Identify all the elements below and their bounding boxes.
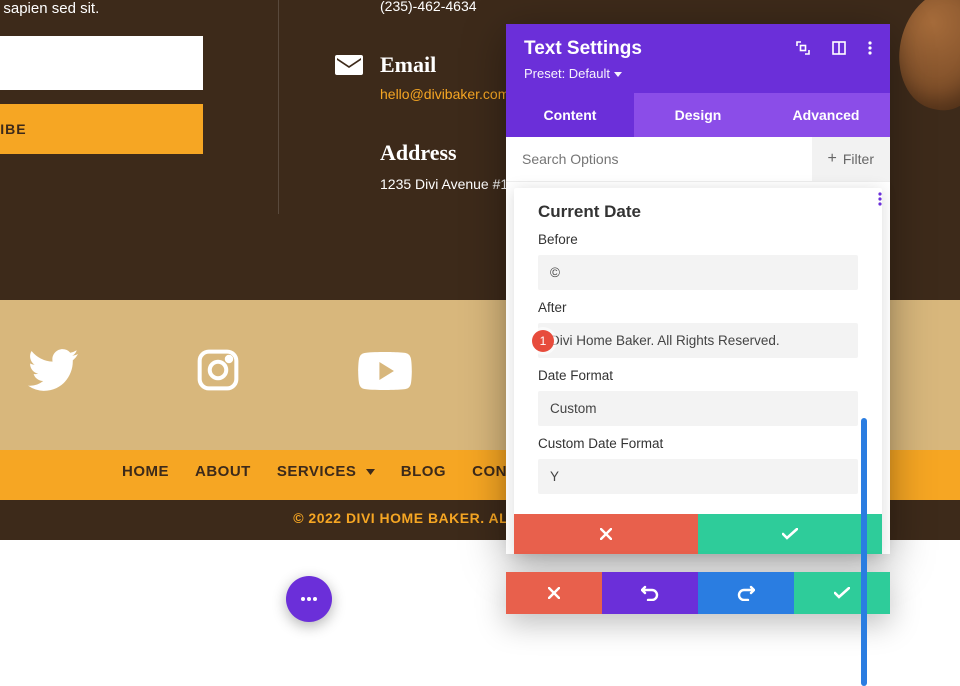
redo-button[interactable] bbox=[698, 572, 794, 614]
discard-button[interactable] bbox=[506, 572, 602, 614]
date-format-label: Date Format bbox=[538, 368, 858, 383]
current-date-card: Current Date Before After Date Format Cu… bbox=[514, 188, 882, 554]
filter-button[interactable]: +Filter bbox=[812, 137, 890, 181]
email-icon bbox=[334, 50, 364, 80]
twitter-icon[interactable] bbox=[28, 349, 78, 402]
email-heading: Email bbox=[380, 52, 436, 78]
phone-value: (235)-462-4634 bbox=[380, 0, 477, 14]
card-more-icon[interactable] bbox=[870, 192, 890, 211]
subscribe-button[interactable]: CRIBE bbox=[0, 104, 203, 154]
date-format-select[interactable] bbox=[538, 391, 858, 426]
undo-button[interactable] bbox=[602, 572, 698, 614]
preset-dropdown[interactable]: Preset: Default bbox=[524, 66, 872, 81]
address-value: 1235 Divi Avenue #10 bbox=[380, 176, 516, 192]
expand-icon[interactable] bbox=[796, 41, 810, 58]
nav-about[interactable]: ABOUT bbox=[195, 463, 251, 480]
after-input[interactable] bbox=[538, 323, 858, 358]
before-input[interactable] bbox=[538, 255, 858, 290]
newsletter-input[interactable] bbox=[0, 36, 203, 90]
tab-content[interactable]: Content bbox=[506, 93, 634, 137]
lorem-text: lectus sapien sed sit. bbox=[0, 0, 99, 17]
after-label: After bbox=[538, 300, 858, 315]
email-link[interactable]: hello@divibaker.com bbox=[380, 86, 509, 102]
save-button[interactable] bbox=[794, 572, 890, 614]
instagram-icon[interactable] bbox=[196, 348, 240, 403]
panel-bottom-actions bbox=[506, 572, 890, 614]
more-icon[interactable] bbox=[868, 41, 872, 58]
columns-icon[interactable] bbox=[832, 41, 846, 58]
footer-nav: HOME ABOUT SERVICES BLOG CONTACT bbox=[0, 463, 548, 480]
annotation-badge-1: 1 bbox=[532, 330, 554, 352]
address-heading: Address bbox=[380, 140, 457, 166]
card-title: Current Date bbox=[514, 188, 882, 230]
builder-fab[interactable] bbox=[286, 576, 332, 622]
tab-design[interactable]: Design bbox=[634, 93, 762, 137]
before-label: Before bbox=[538, 232, 858, 247]
text-settings-panel: Text Settings Preset: Default Content De… bbox=[506, 24, 890, 554]
divider bbox=[278, 0, 279, 214]
custom-format-label: Custom Date Format bbox=[538, 436, 858, 451]
card-confirm-button[interactable] bbox=[698, 514, 882, 554]
search-input[interactable] bbox=[506, 137, 812, 181]
panel-title: Text Settings bbox=[524, 38, 642, 60]
nav-home[interactable]: HOME bbox=[122, 463, 169, 480]
youtube-icon[interactable] bbox=[358, 351, 412, 401]
scroll-indicator[interactable] bbox=[861, 418, 867, 686]
card-cancel-button[interactable] bbox=[514, 514, 698, 554]
custom-format-input[interactable] bbox=[538, 459, 858, 494]
nav-services[interactable]: SERVICES bbox=[277, 463, 375, 480]
tab-advanced[interactable]: Advanced bbox=[762, 93, 890, 137]
nav-blog[interactable]: BLOG bbox=[401, 463, 446, 480]
